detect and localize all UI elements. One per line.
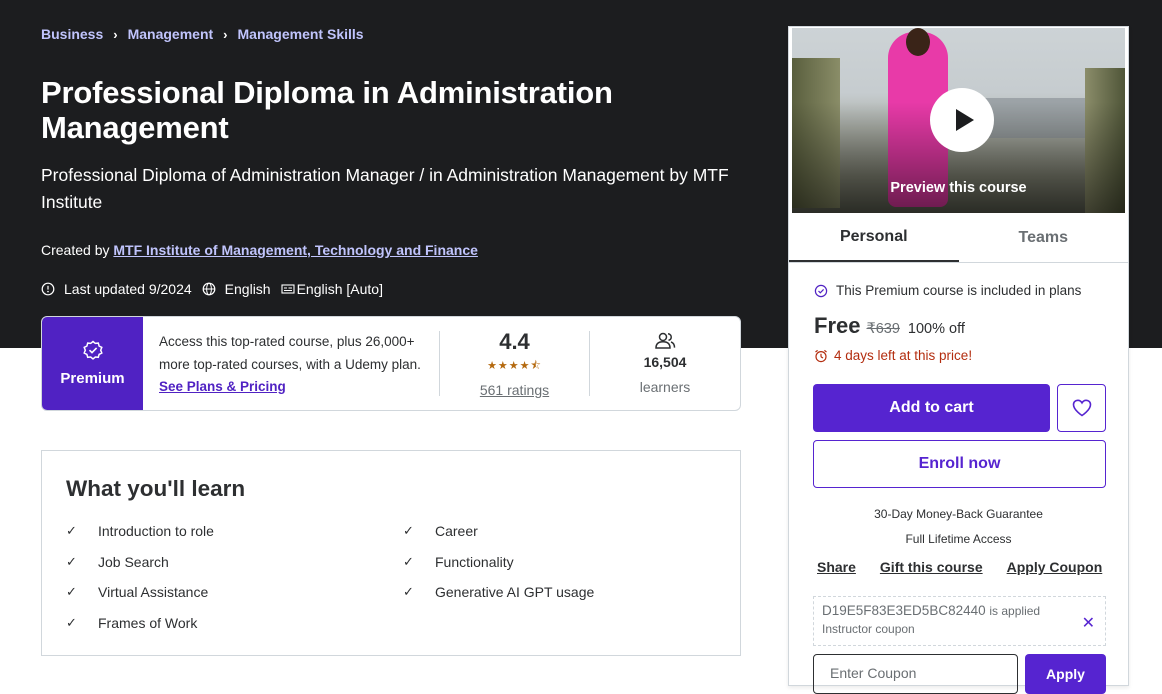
discount-percent: 100% off xyxy=(907,321,965,337)
premium-label: Premium xyxy=(60,370,125,387)
close-icon[interactable]: ✕ xyxy=(1082,613,1095,633)
captions-icon xyxy=(281,284,295,294)
alarm-clock-icon xyxy=(815,349,827,362)
heart-icon xyxy=(1072,399,1091,417)
tab-personal[interactable]: Personal xyxy=(789,214,959,262)
breadcrumb-management-skills[interactable]: Management Skills xyxy=(238,26,364,42)
chevron-right-icon: › xyxy=(113,26,118,42)
list-item: ✓ Virtual Assistance xyxy=(66,584,209,600)
check-icon: ✓ xyxy=(403,553,414,569)
check-icon: ✓ xyxy=(66,553,77,569)
course-captions: English [Auto] xyxy=(296,281,383,297)
coupon-input[interactable]: Enter Coupon xyxy=(813,654,1018,694)
share-link[interactable]: Share xyxy=(817,559,856,575)
created-by: Created by MTF Institute of Management, … xyxy=(41,242,478,258)
sidebar-links: Share Gift this course Apply Coupon xyxy=(817,559,1126,575)
purchase-sidebar: Preview this course Personal Teams This … xyxy=(788,26,1129,694)
what-youll-learn: What you'll learn ✓ Introduction to role … xyxy=(41,450,741,656)
apply-coupon-link[interactable]: Apply Coupon xyxy=(1007,559,1103,575)
course-meta: Last updated 9/2024 English English [Aut… xyxy=(41,281,393,297)
course-subtitle: Professional Diploma of Administration M… xyxy=(41,165,729,212)
premium-badge-icon xyxy=(82,340,103,360)
lifetime-access: Full Lifetime Access xyxy=(905,532,1012,546)
learn-list-right: ✓ Career ✓ Functionality ✓ Generative AI GP… xyxy=(403,523,594,615)
premium-description: Access this top-rated course, plus 26,00… xyxy=(143,331,440,396)
add-to-cart-button[interactable]: Add to cart xyxy=(813,384,1050,432)
original-price: ₹639 xyxy=(866,321,900,337)
premium-badge-icon xyxy=(814,284,828,297)
gift-course-link[interactable]: Gift this course xyxy=(880,559,983,575)
rating-stars: ★★★★⯪ xyxy=(487,360,542,372)
coupon-type: Instructor coupon xyxy=(822,622,915,636)
list-item: ✓ Career xyxy=(403,523,478,539)
tab-teams[interactable]: Teams xyxy=(959,214,1129,262)
list-item: ✓ Introduction to role xyxy=(66,523,214,539)
premium-banner: Premium Access this top-rated course, pl… xyxy=(41,316,741,411)
course-language: English xyxy=(224,281,271,297)
list-item: ✓ Functionality xyxy=(403,553,514,570)
apply-coupon-button[interactable]: Apply xyxy=(1025,654,1106,694)
current-price: Free xyxy=(814,313,861,338)
list-item: ✓ Job Search xyxy=(66,553,169,570)
course-preview-video[interactable]: Preview this course xyxy=(792,28,1125,213)
instructor-link[interactable]: MTF Institute of Management, Technology … xyxy=(113,242,478,258)
breadcrumb: Business › Management › Management Skill… xyxy=(41,26,364,42)
premium-badge: Premium xyxy=(42,317,143,410)
purchase-tabs: Personal Teams xyxy=(789,214,1128,263)
learn-list-left: ✓ Introduction to role ✓ Job Search ✓ Virtu… xyxy=(66,523,214,645)
enroll-now-button[interactable]: Enroll now xyxy=(813,440,1106,488)
learners-label: learners xyxy=(639,379,691,395)
play-button[interactable] xyxy=(930,88,994,152)
check-icon: ✓ xyxy=(403,584,414,599)
coupon-code: D19E5F83E3ED5BC82440 xyxy=(822,603,986,618)
play-icon xyxy=(955,109,974,131)
page-title: Professional Diploma in Administration M… xyxy=(41,75,613,145)
check-icon: ✓ xyxy=(66,523,77,538)
list-item: ✓ Generative AI GPT usage xyxy=(403,584,595,600)
money-back-guarantee: 30-Day Money-Back Guarantee xyxy=(874,507,1043,521)
wishlist-button[interactable] xyxy=(1057,384,1106,432)
alert-clock-icon xyxy=(41,282,55,296)
breadcrumb-management[interactable]: Management xyxy=(128,26,214,42)
last-updated: Last updated 9/2024 xyxy=(64,281,192,297)
chevron-right-icon: › xyxy=(223,26,228,42)
learn-heading: What you'll learn xyxy=(66,476,246,501)
price: Free ₹639 100% off xyxy=(814,313,965,339)
premium-text: Access this top-rated course, plus 26,00… xyxy=(159,334,421,372)
list-item: ✓ Frames of Work xyxy=(66,614,198,631)
check-icon: ✓ xyxy=(403,523,414,538)
price-urgency: 4 days left at this price! xyxy=(814,348,972,363)
check-icon: ✓ xyxy=(66,584,77,599)
rating-value: 4.4 xyxy=(499,329,530,354)
ratings-count-link[interactable]: 561 ratings xyxy=(480,382,549,398)
globe-icon xyxy=(202,282,216,296)
users-icon xyxy=(655,332,676,349)
plan-note: This Premium course is included in plans xyxy=(814,283,1081,298)
created-by-label: Created by xyxy=(41,242,110,258)
preview-label: Preview this course xyxy=(890,180,1027,196)
see-plans-link[interactable]: See Plans & Pricing xyxy=(159,379,286,394)
applied-coupon: D19E5F83E3ED5BC82440 is applied Instruct… xyxy=(813,596,1106,646)
learners-summary: 16,504 learners xyxy=(590,317,740,410)
rating-summary: 4.4 ★★★★⯪ 561 ratings xyxy=(440,329,590,398)
learners-count: 16,504 xyxy=(643,354,687,370)
breadcrumb-business[interactable]: Business xyxy=(41,26,103,42)
coupon-applied-text: is applied xyxy=(989,604,1041,618)
check-icon: ✓ xyxy=(66,614,77,630)
